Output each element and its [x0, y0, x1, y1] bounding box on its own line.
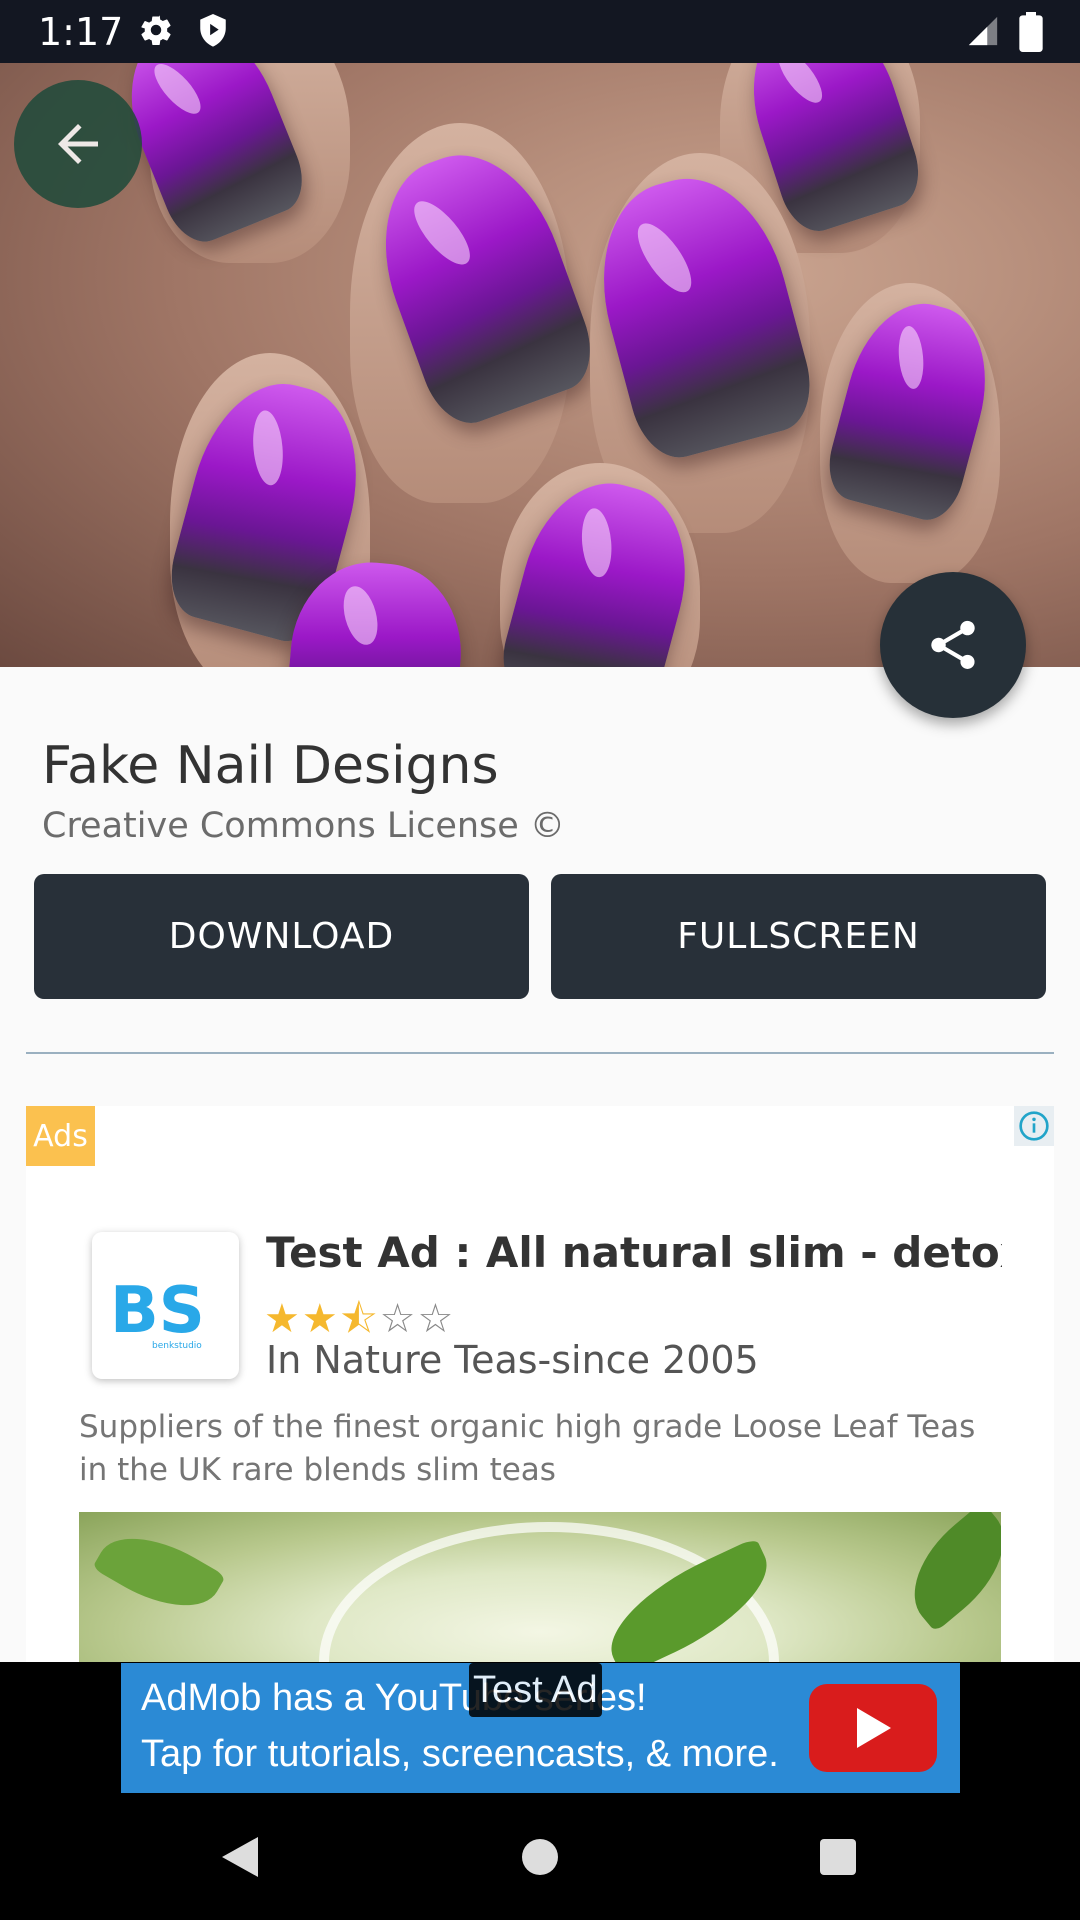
- circle-home-icon: [522, 1839, 558, 1875]
- star-empty-icon: ☆: [379, 1296, 418, 1342]
- shield-icon: [196, 12, 230, 54]
- share-button[interactable]: [880, 572, 1026, 718]
- ads-badge: Ads: [26, 1106, 95, 1166]
- download-button[interactable]: DOWNLOAD: [34, 874, 529, 999]
- fullscreen-button[interactable]: FULLSCREEN: [551, 874, 1046, 999]
- advertiser-logo[interactable]: BS benkstudio: [92, 1232, 239, 1379]
- divider: [26, 1052, 1054, 1054]
- share-icon: [931, 620, 975, 669]
- ad-media-image[interactable]: [79, 1512, 1001, 1662]
- nav-recents-button[interactable]: [778, 1794, 898, 1920]
- test-ad-label: Test Ad: [469, 1663, 602, 1717]
- signal-icon: [966, 14, 1000, 52]
- back-button[interactable]: [14, 80, 142, 208]
- ad-info-icon[interactable]: [1014, 1106, 1054, 1146]
- hero-image: [0, 63, 1080, 667]
- ad-advertiser: In Nature Teas-since 2005: [266, 1338, 759, 1382]
- ad-body-text: Suppliers of the finest organic high gra…: [79, 1409, 976, 1488]
- navigation-bar: [0, 1794, 1080, 1920]
- settings-icon: [138, 12, 174, 52]
- star-icon: ★: [264, 1296, 302, 1342]
- youtube-play-icon: [809, 1684, 937, 1772]
- svg-text:BS: BS: [110, 1274, 205, 1348]
- ad-headline[interactable]: Test Ad : All natural slim - detox tea: [266, 1228, 1002, 1277]
- wallpaper-title: Fake Nail Designs: [42, 736, 499, 796]
- license-text: Creative Commons License ©: [42, 806, 565, 846]
- arrow-left-icon: [58, 124, 98, 164]
- star-icon: ★: [301, 1296, 340, 1342]
- star-half-icon: ⯪: [339, 1296, 380, 1342]
- banner-line-2: Tap for tutorials, screencasts, & more.: [141, 1733, 779, 1775]
- triangle-back-icon: [222, 1837, 258, 1877]
- status-bar: 1:17: [0, 0, 1080, 63]
- svg-text:benkstudio: benkstudio: [152, 1341, 202, 1351]
- star-empty-icon: ☆: [417, 1296, 456, 1342]
- nav-home-button[interactable]: [480, 1794, 600, 1920]
- battery-icon: [1018, 12, 1044, 56]
- status-time: 1:17: [38, 10, 124, 54]
- nav-back-button[interactable]: [180, 1794, 300, 1920]
- square-recents-icon: [820, 1839, 856, 1875]
